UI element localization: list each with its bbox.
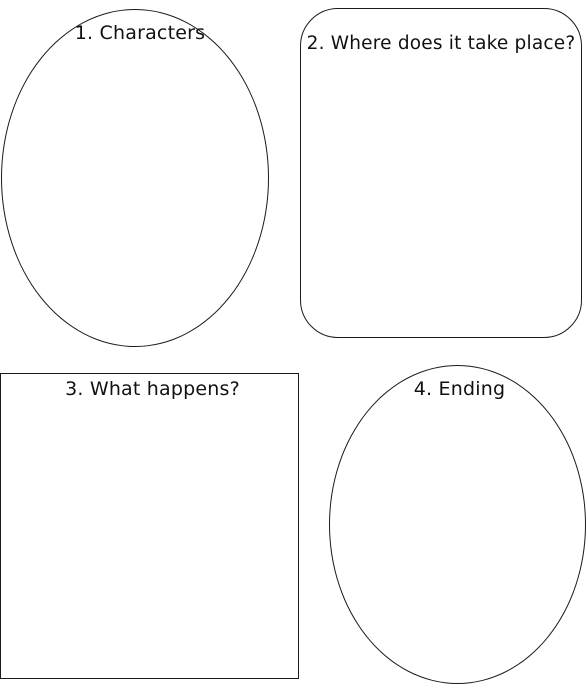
ending-oval: 4. Ending [329,365,586,684]
events-heading: 3. What happens? [65,378,240,400]
characters-heading: 1. Characters [74,22,206,44]
events-square-box: 3. What happens? [0,373,299,679]
setting-rounded-box: 2. Where does it take place? [300,8,582,338]
story-map-worksheet: 1. Characters 2. Where does it take plac… [0,0,587,687]
setting-heading: 2. Where does it take place? [306,33,576,54]
ending-heading: 4. Ending [413,378,506,400]
characters-oval: 1. Characters [1,9,269,347]
